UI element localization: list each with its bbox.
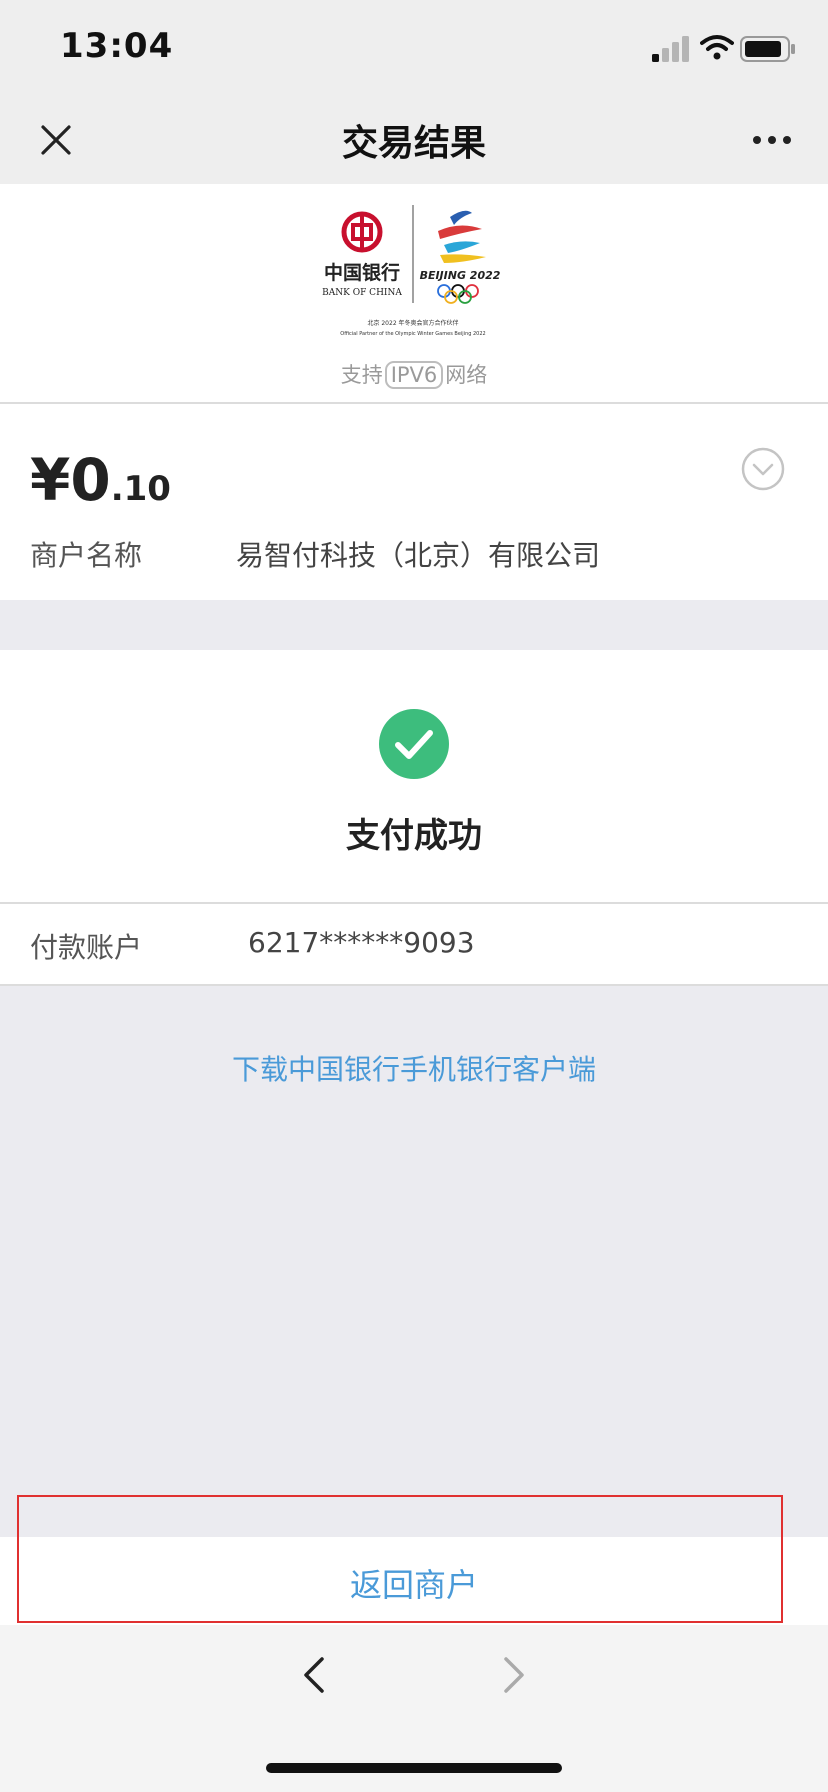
ipv6-badge: IPV6 [384,361,444,389]
back-arrow-icon[interactable] [300,1655,328,1695]
chevron-down-icon[interactable] [740,446,786,492]
ipv6-suffix: 网络 [445,363,488,387]
ipv6-support: 支持 IPV6 网络 [0,359,828,389]
amount-decimal: .10 [110,469,171,509]
status-time: 13:04 [60,26,174,66]
battery-icon [740,36,795,62]
bank-of-china-beijing-2022-logo: 中国银行 BANK OF CHINA BEIJING 2022 北京 2022 … [322,205,501,337]
home-indicator [266,1763,562,1773]
signal-icon [652,36,689,62]
partner-line-en: Official Partner of the Olympic Winter G… [340,331,485,337]
download-app-link[interactable]: 下载中国银行手机银行客户端 [0,1048,828,1088]
check-icon [379,709,449,779]
more-icon[interactable] [752,134,792,146]
payment-status: 支付成功 [346,816,482,856]
bank-name-cn: 中国银行 [324,261,400,284]
account-number: 6217******9093 [248,926,475,959]
bank-name-en: BANK OF CHINA [322,288,402,298]
merchant-name: 易智付科技（北京）有限公司 [236,539,601,572]
partner-line-cn: 北京 2022 年冬奥会官方合作伙伴 [367,319,458,327]
amount-integer: ¥0 [30,446,111,514]
games-label: BEIJING 2022 [420,269,501,282]
forward-arrow-icon[interactable] [500,1655,528,1695]
merchant-label: 商户名称 [30,539,143,572]
receipt-scalloped-edge [0,592,828,599]
wifi-icon [700,35,734,60]
highlight-box [17,1495,783,1623]
amount: ¥0.10 [30,446,171,514]
ipv6-prefix: 支持 [340,363,383,387]
page-title: 交易结果 [341,123,486,164]
account-label: 付款账户 [30,931,143,964]
